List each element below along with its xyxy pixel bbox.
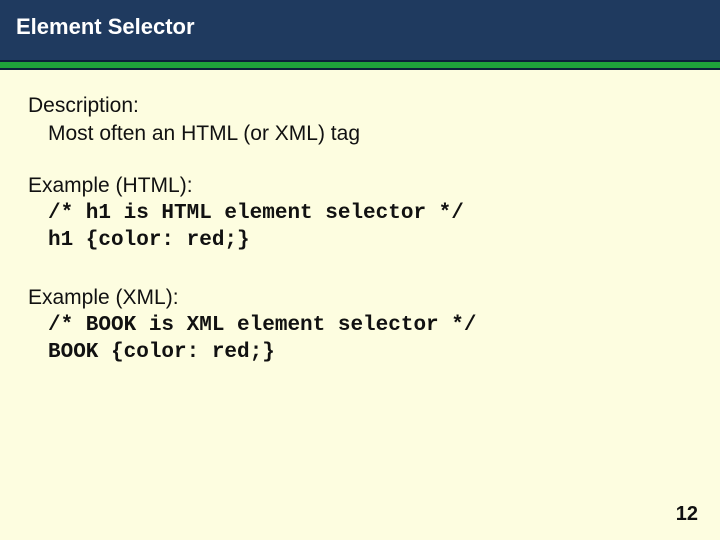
slide-title: Element Selector	[16, 14, 195, 39]
description-text: Most often an HTML (or XML) tag	[48, 122, 692, 146]
slide-header: Element Selector	[0, 0, 720, 60]
example-xml-label: Example (XML):	[28, 286, 692, 310]
example-xml-code: /* BOOK is XML element selector */ BOOK …	[28, 314, 692, 364]
slide-content: Description: Most often an HTML (or XML)…	[0, 70, 720, 364]
example-html-label: Example (HTML):	[28, 174, 692, 198]
code-line: h1 {color: red;}	[48, 229, 692, 252]
example-html-code: /* h1 is HTML element selector */ h1 {co…	[28, 202, 692, 252]
accent-bar	[0, 60, 720, 70]
code-line: /* h1 is HTML element selector */	[48, 202, 692, 225]
code-line: BOOK {color: red;}	[48, 341, 692, 364]
description-label: Description:	[28, 94, 692, 118]
code-line: /* BOOK is XML element selector */	[48, 314, 692, 337]
page-number: 12	[676, 503, 698, 526]
